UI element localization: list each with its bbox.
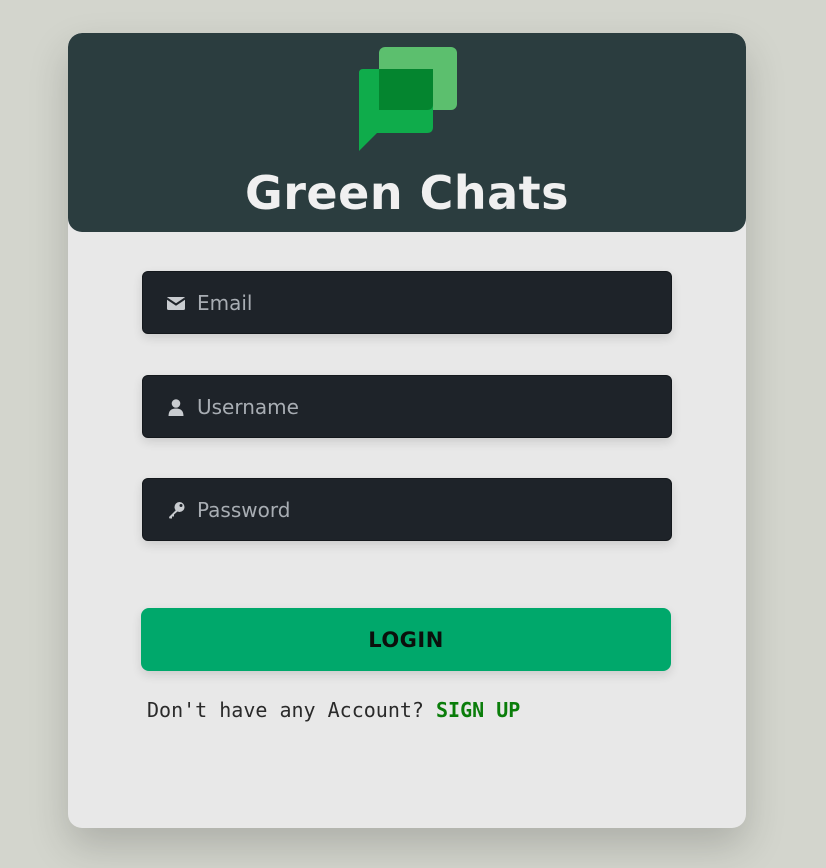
signup-link[interactable]: SIGN UP [436,698,520,722]
login-card: Green Chats LOGIN Don't have any Account… [68,33,746,828]
header-banner: Green Chats [68,33,746,232]
chat-bubbles-icon [359,47,457,151]
app-title: Green Chats [244,166,570,220]
signup-prompt-text: Don't have any Account? [147,698,436,722]
email-input[interactable] [197,272,657,333]
username-input[interactable] [197,376,657,437]
signup-prompt-row: Don't have any Account? SIGN UP [147,698,520,722]
password-field[interactable] [142,478,672,541]
email-field[interactable] [142,271,672,334]
key-icon [169,502,185,519]
username-field[interactable] [142,375,672,438]
person-icon [168,399,184,416]
login-button[interactable]: LOGIN [141,608,671,671]
password-input[interactable] [197,479,657,540]
envelope-icon [166,297,186,310]
